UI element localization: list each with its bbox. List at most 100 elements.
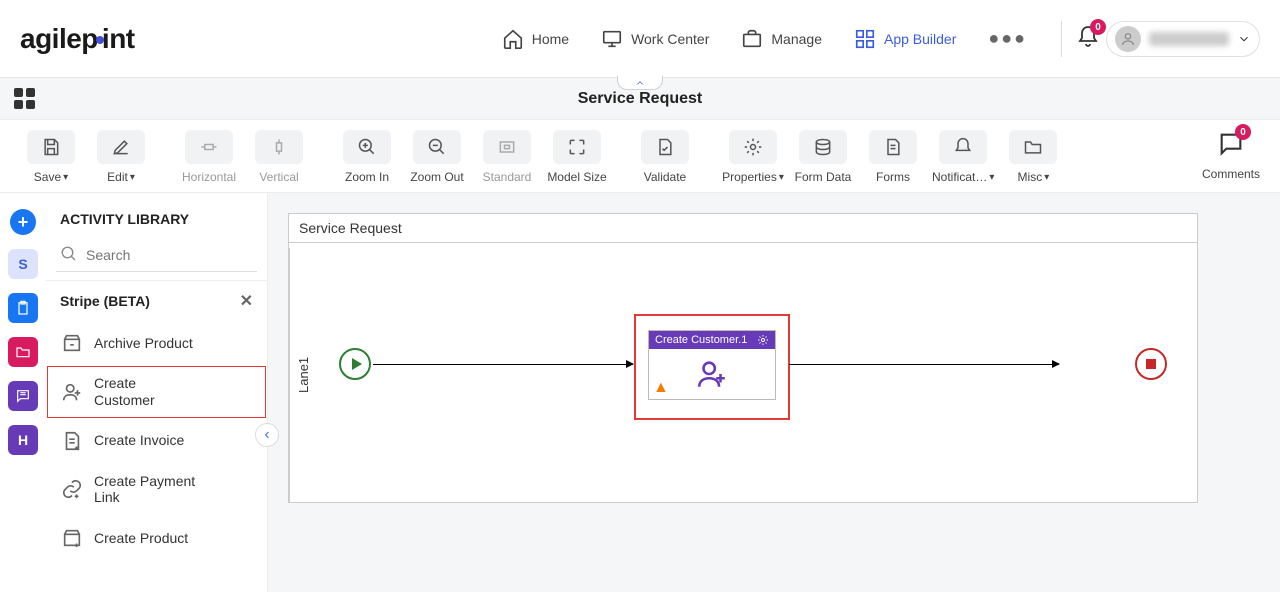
collapse-toggle[interactable] [617,76,663,90]
grid-icon[interactable] [14,88,36,109]
process-title: Service Request [289,214,1197,243]
invoice-icon [60,429,84,453]
user-menu[interactable] [1106,21,1260,57]
activity-body: ▲ [649,349,775,399]
canvas-wrap: Service Request Lane1 Create Customer.1 … [268,193,1280,592]
connector[interactable] [789,364,1059,365]
tool-label: Zoom Out [410,170,463,184]
lane-header[interactable]: Lane1 [289,248,317,502]
activity-label: Create Product [94,530,188,547]
tool-label: Model Size [547,170,606,184]
nav-home[interactable]: Home [488,20,583,58]
nav-label: Home [532,31,569,47]
tool-form-data[interactable]: Form Data [792,130,854,184]
rail-h[interactable]: H [8,425,38,455]
tool-label: Edit [107,170,128,184]
search-icon [60,245,78,263]
home-icon [502,28,524,50]
folder-icon [1023,137,1043,157]
tool-label: Misc [1018,170,1043,184]
nav-label: Work Center [631,31,709,47]
activity-create-product[interactable]: Create Product [46,516,267,560]
group-header[interactable]: Stripe (BETA) ✕ [46,280,267,321]
nav-work-center[interactable]: Work Center [587,20,723,58]
gear-icon[interactable] [757,334,769,346]
nav-manage[interactable]: Manage [727,20,836,58]
tool-zoom-in[interactable]: Zoom In [336,130,398,184]
panel-title: ACTIVITY LIBRARY [46,193,267,239]
close-icon[interactable]: ✕ [240,291,253,311]
chevron-down-icon [1237,32,1251,46]
tool-properties[interactable]: Properties▾ [722,130,784,184]
activity-library-panel: ACTIVITY LIBRARY Stripe (BETA) ✕ Archive… [46,193,268,592]
nav-app-builder[interactable]: App Builder [840,20,970,58]
tool-vertical[interactable]: Vertical [248,130,310,184]
standard-size-icon [497,137,517,157]
activity-label: Archive Product [94,335,193,352]
rail-clipboard[interactable] [8,293,38,323]
vertical-icon [269,137,289,157]
activity-create-customer[interactable]: Create Customer [46,365,267,419]
user-name [1149,32,1229,46]
logo-text: int [102,23,135,54]
tool-misc[interactable]: Misc▾ [1002,130,1064,184]
database-icon [813,137,833,157]
divider [1061,21,1062,57]
top-nav: agilepint Home Work Center Manage App Bu… [0,0,1280,78]
tool-save[interactable]: Save▾ [20,130,82,184]
archive-icon [60,331,84,355]
comments-badge: 0 [1235,124,1251,140]
tool-label: Save [34,170,61,184]
tool-edit[interactable]: Edit▾ [90,130,152,184]
workspace: + S H ACTIVITY LIBRARY Stripe (BETA) ✕ A… [0,193,1280,592]
tool-validate[interactable]: Validate [634,130,696,184]
connector[interactable] [373,364,633,365]
box-plus-icon [60,526,84,550]
chevron-up-icon [634,78,646,88]
tool-standard[interactable]: Standard [476,130,538,184]
save-icon [41,137,61,157]
activity-list: Archive Product Create Customer Create I… [46,321,267,592]
activity-title: Create Customer.1 [655,334,747,346]
start-node[interactable] [339,348,371,380]
tool-label: Comments [1202,167,1260,181]
tool-label: Forms [876,170,910,184]
end-node[interactable] [1135,348,1167,380]
search-input[interactable] [56,239,257,272]
chat-icon [15,388,31,404]
tool-comments[interactable]: 0 Comments [1202,130,1260,181]
avatar-icon [1115,26,1141,52]
process-canvas[interactable]: Service Request Lane1 Create Customer.1 … [288,213,1198,503]
tool-notifications[interactable]: Notificat…▾ [932,130,994,184]
rail-chat[interactable] [8,381,38,411]
search-wrap [56,239,257,272]
notification-badge: 0 [1090,19,1106,35]
activity-archive-product[interactable]: Archive Product [46,321,267,365]
tool-label: Horizontal [182,170,236,184]
rail-label: H [18,432,28,448]
user-plus-icon [695,357,729,391]
clipboard-icon [15,300,31,316]
validate-icon [655,137,675,157]
rail-stripe[interactable]: S [8,249,38,279]
rail-add[interactable]: + [10,209,36,235]
tool-label: Validate [644,170,686,184]
activity-label: Create Invoice [94,432,184,449]
tool-zoom-out[interactable]: Zoom Out [406,130,468,184]
rail-folder[interactable] [8,337,38,367]
tool-horizontal[interactable]: Horizontal [178,130,240,184]
tool-label: Form Data [795,170,852,184]
tool-model-size[interactable]: Model Size [546,130,608,184]
collapse-panel[interactable] [255,423,279,447]
bell-icon [953,137,973,157]
tool-forms[interactable]: Forms [862,130,924,184]
nav-more[interactable]: ●●● [974,20,1041,58]
activity-node-create-customer[interactable]: Create Customer.1 ▲ [634,314,790,420]
activity-create-payment-link[interactable]: Create Payment Link [46,463,267,517]
activity-label: Create Payment Link [94,473,204,507]
activity-create-invoice[interactable]: Create Invoice [46,419,267,463]
gear-icon [743,137,763,157]
warning-icon: ▲ [653,379,669,397]
notifications-button[interactable]: 0 [1070,19,1106,58]
horizontal-icon [199,137,219,157]
